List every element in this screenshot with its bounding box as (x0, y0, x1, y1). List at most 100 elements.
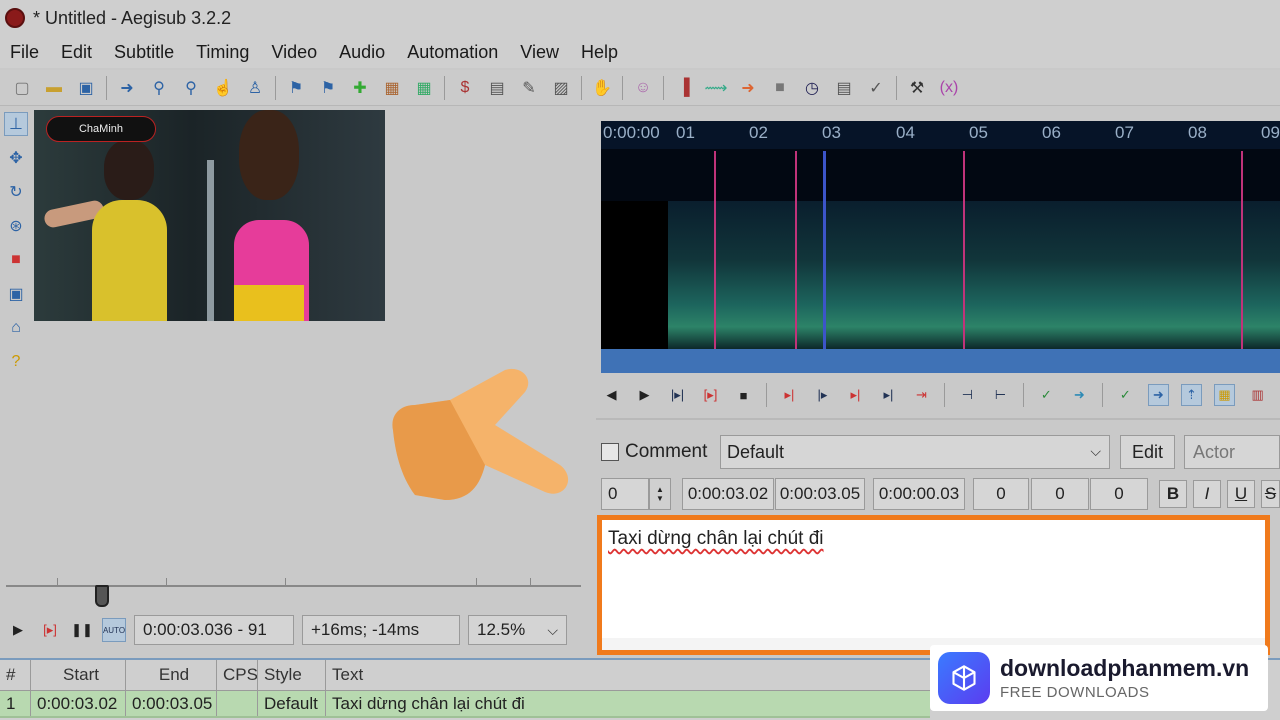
edit-style-button[interactable]: Edit (1120, 435, 1175, 469)
auto-next-icon[interactable]: ➜ (1147, 384, 1169, 406)
play-selection-icon[interactable]: |▸| (667, 384, 688, 406)
next-line-icon[interactable]: ▶ (634, 384, 655, 406)
menu-timing[interactable]: Timing (196, 42, 249, 63)
video-seek-thumb[interactable] (95, 585, 109, 607)
toolbar-separator (106, 75, 107, 100)
stop-icon[interactable]: ■ (733, 384, 754, 406)
tools-icon[interactable]: ⚒ (906, 77, 928, 99)
postprocess-icon[interactable]: ☺ (632, 77, 654, 99)
zoom-icon[interactable]: ⚲ (148, 77, 170, 99)
vector-clip-icon[interactable]: ⌂ (4, 316, 28, 340)
margin-left-field[interactable]: 0 (973, 478, 1029, 510)
style-select[interactable]: Default ⌵ (720, 435, 1110, 469)
stop-icon[interactable]: ■ (769, 77, 791, 99)
layer-field[interactable]: 0 (601, 478, 649, 510)
comment-label: Comment (625, 441, 708, 462)
options-icon[interactable]: ⟿ (705, 77, 728, 99)
lead-in-icon[interactable]: ⊣ (957, 384, 978, 406)
menu-edit[interactable]: Edit (61, 42, 92, 63)
commit-icon[interactable]: ✓ (1036, 384, 1057, 406)
timing-post-icon[interactable]: ▤ (833, 77, 855, 99)
kanji-icon[interactable]: ✋ (591, 77, 613, 99)
spectrum-mode-icon[interactable]: ▦ (1214, 384, 1236, 406)
open-file-icon[interactable]: ▬ (43, 77, 65, 99)
audio-scrollbar[interactable] (601, 349, 1280, 373)
underline-button[interactable]: U (1227, 480, 1255, 508)
auto-commit-icon[interactable]: ✓ (1115, 384, 1136, 406)
duration-field[interactable]: 0:00:00.03 (873, 478, 965, 510)
lead-out-icon[interactable]: ⊢ (990, 384, 1011, 406)
menu-help[interactable]: Help (581, 42, 618, 63)
clock-icon[interactable]: ◷ (801, 77, 823, 99)
margin-vertical-field[interactable]: 0 (1090, 478, 1148, 510)
italic-button[interactable]: I (1193, 480, 1221, 508)
video-seek-track[interactable] (6, 585, 581, 587)
table-row[interactable]: 1 0:00:03.02 0:00:03.05 Default Taxi dừn… (0, 690, 930, 718)
scale-icon[interactable]: ■ (4, 248, 28, 272)
menu-subtitle[interactable]: Subtitle (114, 42, 174, 63)
prev-line-icon[interactable]: ◀ (601, 384, 622, 406)
video-zoom-select[interactable]: 12.5% ⌵ (468, 615, 567, 645)
margin-right-field[interactable]: 0 (1031, 478, 1089, 510)
karaoke-icon[interactable]: ▥ (1247, 384, 1268, 406)
new-file-icon[interactable]: ▢ (11, 77, 33, 99)
hotkeys-icon[interactable]: ➜ (737, 77, 759, 99)
end-time-field[interactable]: 0:00:03.05 (775, 478, 865, 510)
menu-file[interactable]: File (10, 42, 39, 63)
save-icon[interactable]: ▣ (75, 77, 97, 99)
play-to-end-icon[interactable]: ⇥ (911, 384, 932, 406)
play-before-start-icon[interactable]: ▸| (779, 384, 800, 406)
go-next-icon[interactable]: ➜ (1069, 384, 1090, 406)
styles-icon[interactable]: ⚑ (285, 77, 307, 99)
menu-video[interactable]: Video (271, 42, 317, 63)
video-position-field[interactable]: 0:00:03.036 - 91 (134, 615, 294, 645)
translate-icon[interactable]: ▦ (413, 77, 435, 99)
play-after-end-icon[interactable]: ▸| (878, 384, 899, 406)
play-current-line-icon[interactable]: [▸] (700, 384, 721, 406)
menu-view[interactable]: View (520, 42, 559, 63)
rotate-xy-icon[interactable]: ⊛ (4, 214, 28, 238)
video-display[interactable]: ChaMinh (34, 110, 385, 321)
properties-icon[interactable]: ♙ (244, 77, 266, 99)
drag-tool-icon[interactable]: ✥ (4, 146, 28, 170)
clip-icon[interactable]: ▣ (4, 282, 28, 306)
actor-field[interactable]: Actor (1184, 435, 1280, 469)
play-before-end-icon[interactable]: ▸| (845, 384, 866, 406)
grid-col-cps: CPS (217, 660, 258, 690)
attachments-icon[interactable]: ⚑ (317, 77, 339, 99)
strikeout-button[interactable]: S (1261, 480, 1280, 508)
menu-automation[interactable]: Automation (407, 42, 498, 63)
help-icon[interactable]: ? (4, 350, 28, 374)
play-after-start-icon[interactable]: |▸ (812, 384, 833, 406)
standard-tool-icon[interactable]: ⊥ (4, 112, 28, 136)
video-subs-offset-field[interactable]: +16ms; -14ms (302, 615, 460, 645)
play-line-icon[interactable]: [▸] (38, 618, 62, 642)
auto-scroll-icon[interactable]: ⇡ (1180, 384, 1202, 406)
layer-spinner[interactable]: ▲ ▼ (649, 478, 671, 510)
jump-icon[interactable]: ➜ (116, 77, 138, 99)
start-time-field[interactable]: 0:00:03.02 (682, 478, 774, 510)
spell-icon[interactable]: $ (454, 77, 476, 99)
subtitle-text-input[interactable]: Taxi dừng chân lại chút đi (602, 520, 1265, 638)
comment-checkbox[interactable] (601, 443, 619, 461)
fonts-icon[interactable]: ✚ (349, 77, 371, 99)
select-icon[interactable]: ☝ (212, 77, 234, 99)
shift-times-icon[interactable]: ✎ (518, 77, 540, 99)
rotate-z-icon[interactable]: ↻ (4, 180, 28, 204)
find-icon[interactable]: ⚲ (180, 77, 202, 99)
checkmark-tool-icon[interactable]: ✓ (865, 77, 887, 99)
variable-icon[interactable]: (x) (938, 77, 960, 99)
bold-button[interactable]: B (1159, 480, 1187, 508)
automation-icon[interactable]: ▤ (486, 77, 508, 99)
window-title: * Untitled - Aegisub 3.2.2 (33, 7, 232, 28)
audio-line-marker (795, 151, 797, 349)
check-icon[interactable]: ▐ (673, 77, 695, 99)
timing-icon[interactable]: ▨ (550, 77, 572, 99)
audio-display[interactable]: 0:00:00 01 02 03 04 05 06 07 08 09 (601, 121, 1280, 373)
video-zoom-value: 12.5% (477, 620, 526, 639)
play-icon[interactable]: ▶ (6, 618, 30, 642)
resample-icon[interactable]: ▦ (381, 77, 403, 99)
pause-icon[interactable]: ❚❚ (70, 618, 94, 642)
menu-audio[interactable]: Audio (339, 42, 385, 63)
autoscroll-video-icon[interactable]: AUTO (102, 618, 126, 642)
